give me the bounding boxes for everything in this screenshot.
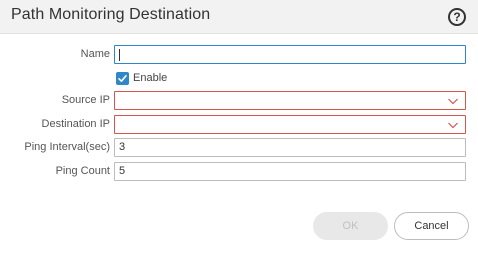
- source-ip-select[interactable]: [114, 91, 466, 110]
- ping-count-input[interactable]: 5: [114, 162, 466, 181]
- enable-label: Enable: [133, 72, 168, 84]
- name-label: Name: [80, 48, 110, 60]
- cancel-button[interactable]: Cancel: [394, 212, 469, 240]
- ping-interval-input[interactable]: 3: [114, 138, 466, 157]
- destination-ip-select[interactable]: [114, 115, 466, 134]
- chevron-down-icon[interactable]: [447, 96, 459, 106]
- chevron-down-icon[interactable]: [447, 120, 459, 130]
- ok-button[interactable]: OK: [313, 212, 388, 240]
- ping-interval-value: 3: [119, 141, 126, 153]
- name-input[interactable]: [114, 45, 466, 64]
- ping-interval-label: Ping Interval(sec): [24, 141, 110, 153]
- path-monitoring-destination-dialog: Path Monitoring Destination ? Name Enabl…: [0, 0, 478, 253]
- destination-ip-label: Destination IP: [41, 118, 110, 130]
- dialog-title: Path Monitoring Destination: [11, 6, 211, 23]
- text-cursor: [119, 49, 120, 61]
- checkmark-icon: [118, 75, 127, 82]
- source-ip-label: Source IP: [61, 94, 110, 106]
- dialog-header: Path Monitoring Destination ?: [0, 0, 478, 34]
- enable-checkbox[interactable]: [116, 72, 129, 85]
- ping-count-value: 5: [119, 165, 126, 177]
- ping-count-label: Ping Count: [55, 165, 110, 177]
- help-icon[interactable]: ?: [448, 8, 466, 26]
